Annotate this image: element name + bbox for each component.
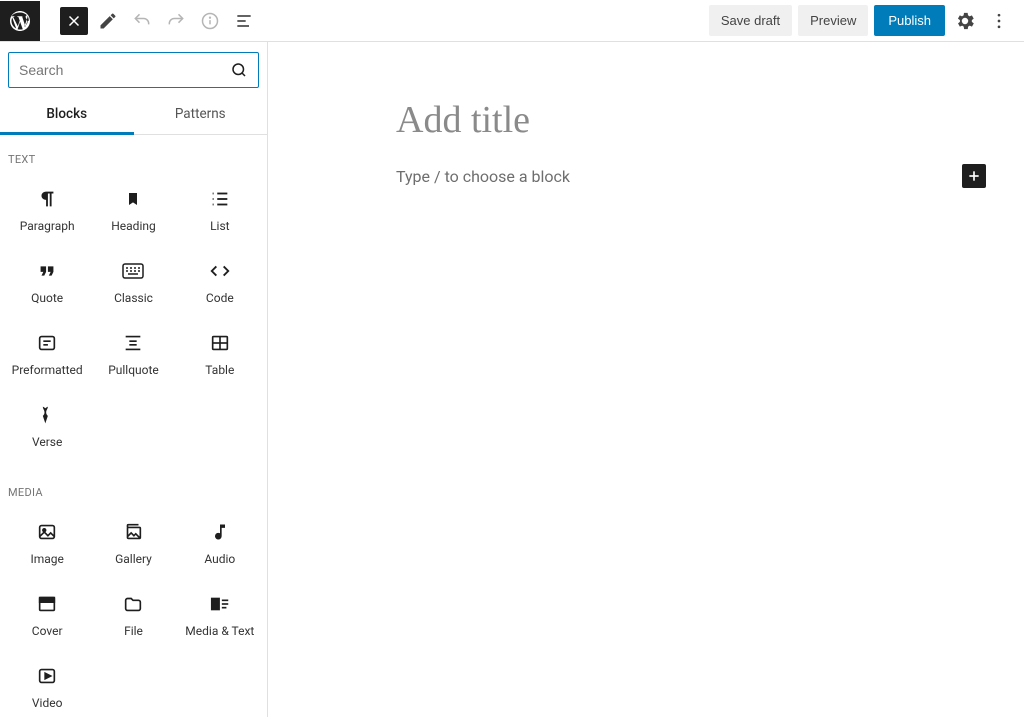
block-label: Media & Text — [185, 624, 254, 638]
block-label: Verse — [32, 435, 62, 449]
block-item-table[interactable]: Table — [177, 318, 263, 390]
block-search-input[interactable] — [19, 62, 230, 78]
mediatext-icon — [209, 592, 231, 616]
category-label: TEXT — [4, 147, 263, 174]
close-inserter-button[interactable] — [60, 7, 88, 35]
block-item-verse[interactable]: Verse — [4, 390, 90, 462]
redo-icon[interactable] — [162, 7, 190, 35]
block-item-list[interactable]: List — [177, 174, 263, 246]
block-item-audio[interactable]: Audio — [177, 507, 263, 579]
toolbar-left — [0, 1, 258, 41]
gallery-icon — [122, 520, 144, 544]
block-item-gallery[interactable]: Gallery — [90, 507, 176, 579]
block-inserter-panel: Blocks Patterns TEXT Paragraph Heading List… — [0, 42, 268, 717]
block-label: Code — [206, 291, 234, 305]
block-item-image[interactable]: Image — [4, 507, 90, 579]
block-label: File — [124, 624, 143, 638]
search-icon — [230, 61, 248, 79]
preformatted-icon — [36, 331, 58, 355]
cover-icon — [36, 592, 58, 616]
block-label: Preformatted — [12, 363, 83, 377]
paragraph-icon — [36, 187, 58, 211]
block-item-preformatted[interactable]: Preformatted — [4, 318, 90, 390]
block-label: Quote — [31, 291, 63, 305]
category-label: MEDIA — [4, 480, 263, 507]
block-item-mediatext[interactable]: Media & Text — [177, 579, 263, 651]
classic-icon — [121, 259, 145, 283]
table-icon — [209, 331, 231, 355]
info-icon[interactable] — [196, 7, 224, 35]
block-label: Table — [205, 363, 234, 377]
list-icon — [209, 187, 231, 211]
insert-block-button[interactable] — [962, 164, 986, 188]
editor-canvas: Add title Type / to choose a block — [268, 42, 1024, 717]
file-icon — [122, 592, 144, 616]
block-label: Video — [32, 696, 63, 710]
block-item-classic[interactable]: Classic — [90, 246, 176, 318]
wordpress-logo[interactable] — [0, 1, 40, 41]
toolbar-right: Save draft Preview Publish — [709, 5, 1024, 36]
block-label: Cover — [32, 624, 63, 638]
code-icon — [209, 259, 231, 283]
block-item-quote[interactable]: Quote — [4, 246, 90, 318]
block-item-cover[interactable]: Cover — [4, 579, 90, 651]
inserter-tabs: Blocks Patterns — [0, 96, 267, 135]
block-grid: Image Gallery Audio Cover File Media & Text Vi… — [4, 507, 263, 717]
block-item-file[interactable]: File — [90, 579, 176, 651]
heading-icon — [125, 187, 141, 211]
pullquote-icon — [122, 331, 144, 355]
block-search[interactable] — [8, 52, 259, 88]
more-options-icon[interactable] — [985, 7, 1013, 35]
block-grid: Paragraph Heading List Quote Classic Code Pref… — [4, 174, 263, 462]
block-label: Gallery — [115, 552, 152, 566]
block-label: Image — [30, 552, 63, 566]
block-item-pullquote[interactable]: Pullquote — [90, 318, 176, 390]
save-draft-button[interactable]: Save draft — [709, 5, 792, 36]
block-placeholder-hint[interactable]: Type / to choose a block — [396, 167, 570, 186]
block-label: Paragraph — [20, 219, 75, 233]
block-item-heading[interactable]: Heading — [90, 174, 176, 246]
tab-patterns[interactable]: Patterns — [134, 96, 268, 135]
publish-button[interactable]: Publish — [874, 5, 945, 36]
tab-blocks[interactable]: Blocks — [0, 96, 134, 135]
settings-icon[interactable] — [951, 7, 979, 35]
block-item-video[interactable]: Video — [4, 651, 90, 717]
block-item-paragraph[interactable]: Paragraph — [4, 174, 90, 246]
image-icon — [36, 520, 58, 544]
block-label: List — [210, 219, 230, 233]
block-item-code[interactable]: Code — [177, 246, 263, 318]
audio-icon — [210, 520, 230, 544]
editor-toolbar: Save draft Preview Publish — [0, 0, 1024, 42]
undo-icon[interactable] — [128, 7, 156, 35]
preview-button[interactable]: Preview — [798, 5, 868, 36]
verse-icon — [37, 403, 57, 427]
block-label: Heading — [111, 219, 156, 233]
inserter-body: TEXT Paragraph Heading List Quote Classic Code… — [0, 135, 267, 717]
block-label: Audio — [204, 552, 235, 566]
post-title-input[interactable]: Add title — [396, 98, 926, 142]
block-label: Pullquote — [108, 363, 159, 377]
edit-mode-icon[interactable] — [94, 7, 122, 35]
quote-icon — [36, 259, 58, 283]
outline-icon[interactable] — [230, 7, 258, 35]
video-icon — [36, 664, 58, 688]
block-label: Classic — [114, 291, 153, 305]
